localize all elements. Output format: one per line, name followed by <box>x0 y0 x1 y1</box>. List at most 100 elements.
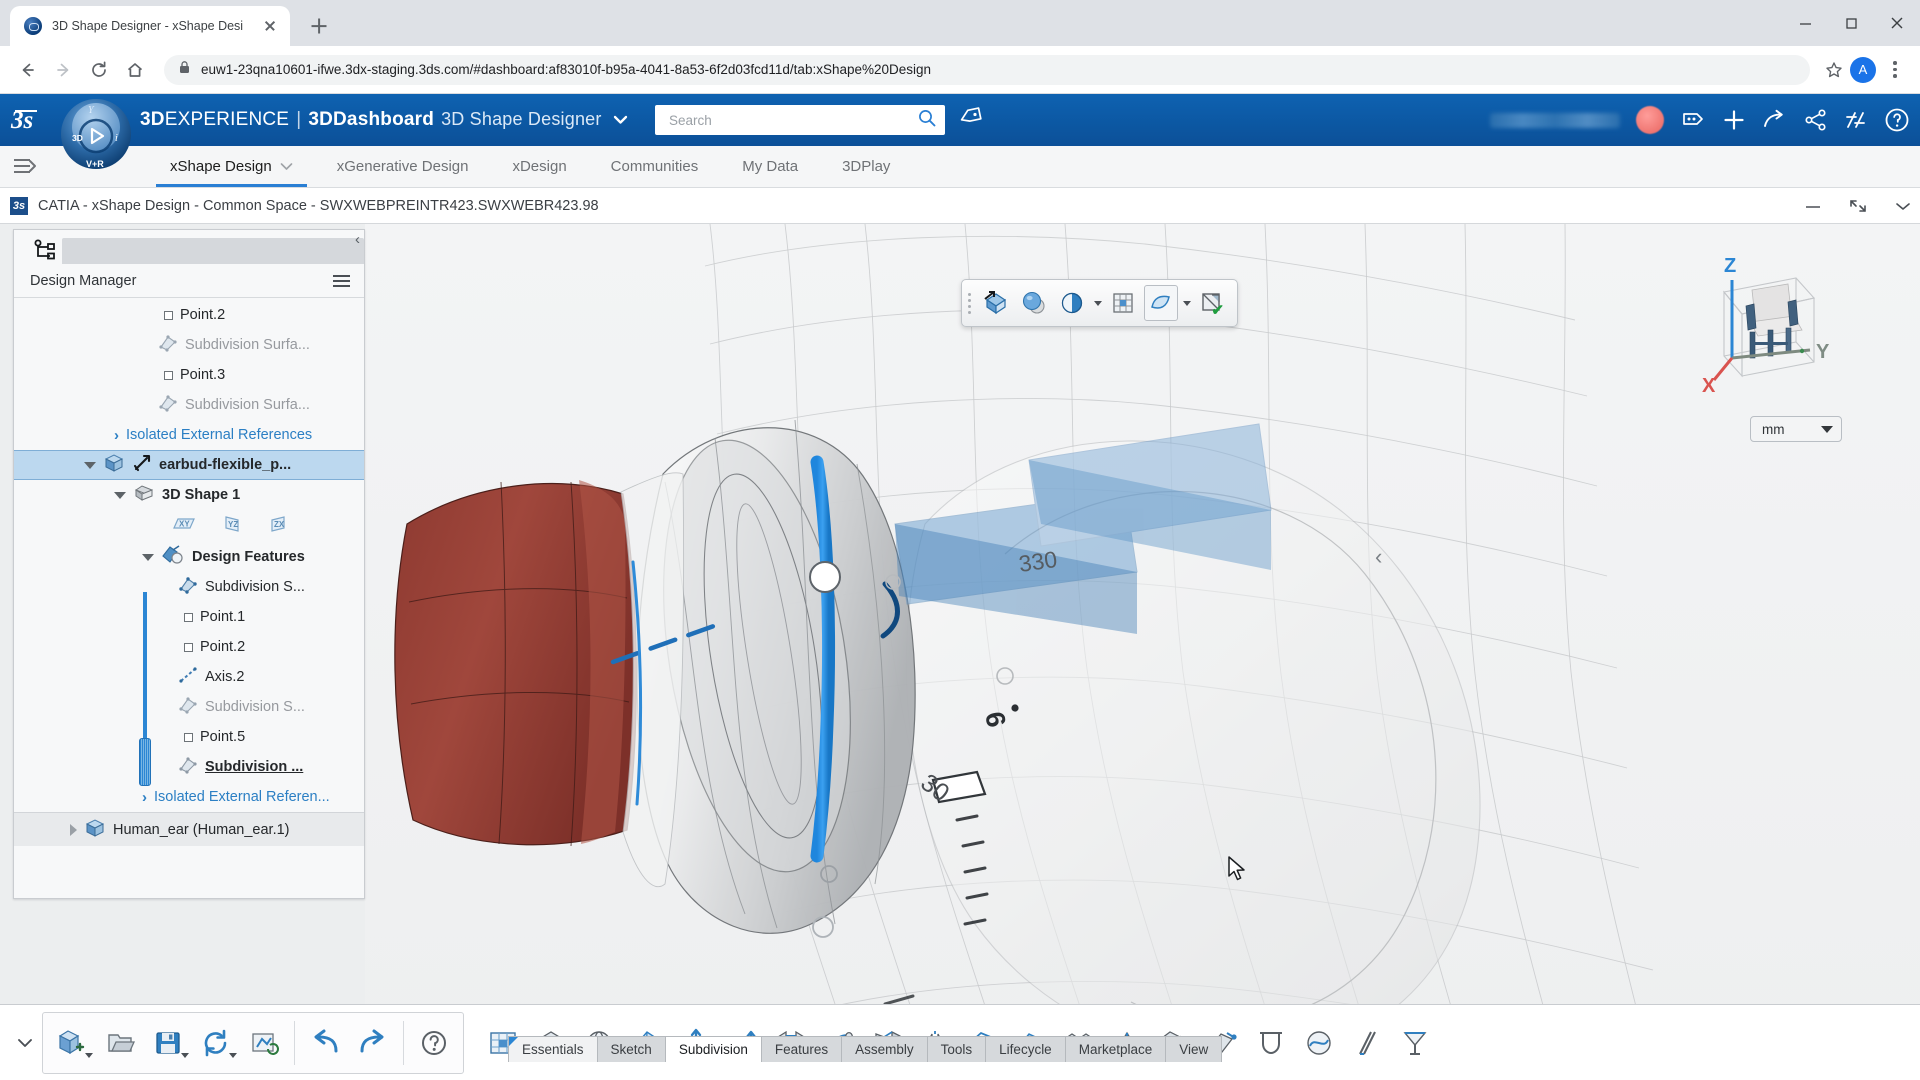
tree-item-point[interactable]: Point.1 <box>14 602 364 632</box>
chevron-right-icon[interactable]: › <box>142 790 147 805</box>
tree-item-point[interactable]: Point.5 <box>14 722 364 752</box>
toolbar-grip-icon[interactable] <box>968 292 971 314</box>
panel-collapse-icon[interactable]: ‹ <box>355 232 360 247</box>
confirm-check-icon[interactable]: ✔ <box>1211 301 1224 319</box>
tree-structure-icon[interactable] <box>28 236 62 264</box>
back-arrow-icon[interactable] <box>12 55 42 85</box>
twisty-down-icon[interactable] <box>84 461 96 469</box>
tree-item-subdivision-surface[interactable]: Subdivision Surfa... <box>14 390 364 420</box>
unit-select[interactable]: mm <box>1750 416 1842 442</box>
star-icon[interactable] <box>1824 55 1844 85</box>
zx-plane-icon[interactable]: ZX <box>266 513 290 540</box>
plus-icon[interactable] <box>1722 108 1746 132</box>
search-icon[interactable] <box>917 108 937 133</box>
address-bar[interactable]: euw1-23qna10601-ifwe.3dx-staging.3ds.com… <box>164 54 1810 85</box>
bottom-tab-assembly[interactable]: Assembly <box>841 1036 928 1062</box>
shape-mode-icon[interactable] <box>1144 285 1178 321</box>
action-bar-collapse-icon[interactable] <box>8 1036 42 1050</box>
minimize-icon[interactable] <box>1804 200 1822 212</box>
tree-item-subdivision-surface[interactable]: Subdivision S... <box>14 692 364 722</box>
notification-icon[interactable] <box>1680 108 1706 132</box>
home-icon[interactable] <box>120 55 150 85</box>
chevron-down-icon[interactable] <box>1094 300 1102 306</box>
tree-item-axis[interactable]: Axis.2 <box>14 662 364 692</box>
chevron-down-icon[interactable] <box>1894 200 1912 212</box>
smooth-icon[interactable] <box>1296 1014 1342 1072</box>
chevron-down-icon[interactable] <box>1821 425 1833 433</box>
tree-item-human-ear[interactable]: Human_ear (Human_ear.1) <box>14 812 364 846</box>
help-icon[interactable] <box>1884 107 1910 133</box>
hamburger-menu-icon[interactable] <box>333 274 350 287</box>
update-icon[interactable] <box>241 1014 287 1072</box>
forward-arrow-icon[interactable] <box>48 55 78 85</box>
reload-icon[interactable] <box>84 55 114 85</box>
twisty-down-icon[interactable] <box>142 553 154 561</box>
app-tab-xdesign[interactable]: xDesign <box>490 146 588 187</box>
design-manager-tab-strip[interactable] <box>62 238 364 264</box>
open-icon[interactable] <box>97 1014 143 1072</box>
chevron-down-icon[interactable] <box>229 1052 237 1058</box>
redo-icon[interactable] <box>350 1014 396 1072</box>
tree-item-isolated-external-references[interactable]: › Isolated External Referen... <box>14 782 364 812</box>
chevron-down-icon[interactable] <box>280 158 293 175</box>
undo-icon[interactable] <box>302 1014 348 1072</box>
minimize-icon[interactable] <box>1782 0 1828 46</box>
app-tab-my-data[interactable]: My Data <box>720 146 820 187</box>
share-nodes-icon[interactable] <box>1804 108 1828 132</box>
bottom-tab-lifecycle[interactable]: Lifecycle <box>985 1036 1066 1062</box>
app-tab-3dplay[interactable]: 3DPlay <box>820 146 912 187</box>
profile-avatar[interactable]: A <box>1850 56 1876 83</box>
display-mode-icon[interactable] <box>1055 285 1089 321</box>
tree-item-design-features[interactable]: Design Features <box>14 542 364 572</box>
twisty-down-icon[interactable] <box>114 491 126 499</box>
manipulator-icon[interactable] <box>979 285 1013 321</box>
tree-item-3d-shape[interactable]: 3D Shape 1 <box>14 480 364 510</box>
close-tab-icon[interactable] <box>260 16 280 36</box>
browser-tab[interactable]: 3D Shape Designer - xShape Desi <box>10 6 290 46</box>
3d-viewport[interactable]: 330 6 30 ✔ ‹ Z Y X mm <box>365 224 1920 1062</box>
search-input[interactable] <box>669 112 917 128</box>
viewport-toolbar[interactable]: ✔ <box>961 279 1238 327</box>
tree-item-subdivision-surface[interactable]: Subdivision Surfa... <box>14 330 364 360</box>
chevron-down-icon[interactable] <box>1183 300 1191 306</box>
app-tab-xgenerative-design[interactable]: xGenerative Design <box>315 146 491 187</box>
new-tab-button[interactable] <box>302 9 336 43</box>
panel-collapse-chevron-icon[interactable]: ‹ <box>1375 544 1382 570</box>
refresh-icon[interactable] <box>193 1014 239 1072</box>
ds-logo-icon[interactable]: 3s <box>0 104 56 136</box>
bottom-tab-features[interactable]: Features <box>760 1036 843 1062</box>
app-tab-communities[interactable]: Communities <box>589 146 721 187</box>
bottom-tab-sketch[interactable]: Sketch <box>596 1036 666 1062</box>
design-tree[interactable]: Point.2 Subdivision Surfa... Point.3 Sub… <box>14 298 364 898</box>
global-search[interactable] <box>655 105 945 135</box>
tree-item-point[interactable]: Point.3 <box>14 360 364 390</box>
chevron-down-icon[interactable] <box>181 1052 189 1058</box>
tree-item-point[interactable]: Point.2 <box>14 632 364 662</box>
yz-plane-icon[interactable]: YZ <box>220 513 244 540</box>
snap-grid-icon[interactable] <box>1106 285 1140 321</box>
slice-icon[interactable] <box>1344 1014 1390 1072</box>
kebab-menu-icon[interactable] <box>1882 57 1908 83</box>
maximize-icon[interactable] <box>1828 0 1874 46</box>
bottom-tab-tools[interactable]: Tools <box>926 1036 987 1062</box>
chevron-right-icon[interactable]: › <box>114 428 119 443</box>
restore-icon[interactable] <box>1848 198 1868 214</box>
navigation-compass-icon[interactable]: 3D i Y V+R <box>58 96 134 172</box>
chevron-down-icon[interactable] <box>85 1052 93 1058</box>
side-menu-icon[interactable] <box>12 155 38 182</box>
collaboration-icon[interactable] <box>1844 108 1868 132</box>
material-sphere-icon[interactable] <box>1017 285 1051 321</box>
exit-app-icon[interactable]: ✔ <box>1195 285 1229 321</box>
tree-item-earbud-flexible[interactable]: earbud-flexible_p... <box>14 450 364 480</box>
app-tab-xshape-design[interactable]: xShape Design <box>148 146 315 187</box>
tag-icon[interactable] <box>958 106 984 134</box>
bottom-tab-subdivision[interactable]: Subdivision <box>664 1036 762 1062</box>
weld-icon[interactable] <box>1248 1014 1294 1072</box>
cage-icon[interactable] <box>1392 1014 1438 1072</box>
xy-plane-icon[interactable]: XY <box>170 513 198 540</box>
bottom-tab-marketplace[interactable]: Marketplace <box>1064 1036 1167 1062</box>
tree-item-point[interactable]: Point.2 <box>14 300 364 330</box>
tree-item-subdivision-current[interactable]: Subdivision ... <box>14 752 364 782</box>
tree-item-isolated-external-references[interactable]: › Isolated External References <box>14 420 364 450</box>
twisty-right-icon[interactable] <box>70 823 77 836</box>
